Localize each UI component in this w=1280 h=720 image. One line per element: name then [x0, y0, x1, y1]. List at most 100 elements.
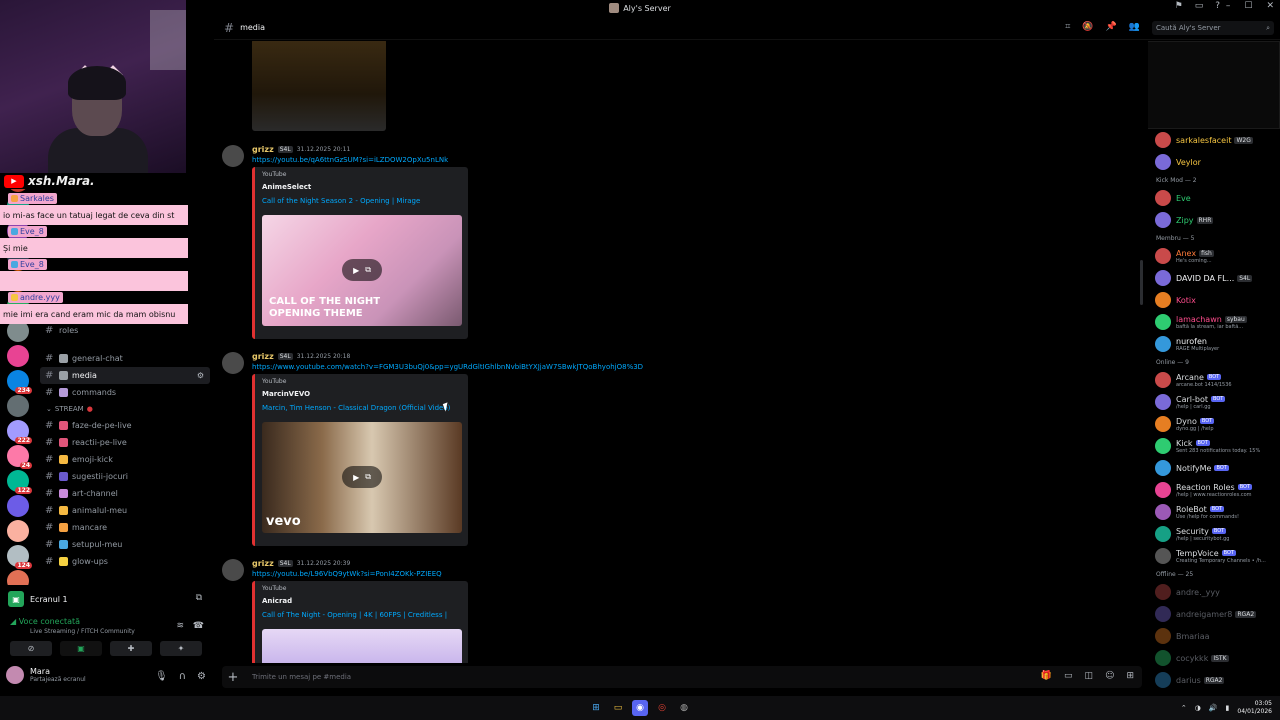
- member-item[interactable]: darius RGA2: [1148, 669, 1280, 691]
- pin-icon[interactable]: 📌: [1106, 22, 1117, 32]
- play-button[interactable]: ▶ ⧉: [342, 466, 382, 488]
- avatar[interactable]: [222, 145, 244, 167]
- gif-icon[interactable]: ▭: [1064, 671, 1073, 681]
- embed-author[interactable]: MarcinVEVO: [262, 390, 310, 398]
- channel-faze-de-pe-live[interactable]: # faze-de-pe-live: [36, 417, 214, 434]
- server-icon[interactable]: 222: [7, 420, 32, 444]
- server-icon[interactable]: [7, 495, 29, 517]
- member-item[interactable]: Zipy RHR: [1148, 209, 1280, 231]
- channel-animalul-meu[interactable]: # animalul-meu: [36, 502, 214, 519]
- noise-suppression-icon[interactable]: ≋: [176, 621, 184, 631]
- threads-icon[interactable]: ⌗: [1065, 22, 1070, 32]
- members-icon[interactable]: 👥: [1129, 22, 1140, 32]
- chrome-icon[interactable]: ◎: [654, 700, 670, 716]
- member-item[interactable]: Kick BOT Sent 283 notifications today. 15%: [1148, 435, 1280, 457]
- member-item[interactable]: Reaction Roles BOT/help | www.reactionrol…: [1148, 479, 1280, 501]
- author-name[interactable]: grizz: [252, 352, 274, 361]
- member-item[interactable]: Arcane BOT arcane.bot 1414/1536: [1148, 369, 1280, 391]
- help-icon[interactable]: ?: [1215, 1, 1220, 11]
- gift-icon[interactable]: 🎁: [1041, 671, 1052, 681]
- app-icon[interactable]: ◍: [676, 700, 692, 716]
- member-item[interactable]: DAVID DA FL... S4L: [1148, 267, 1280, 289]
- channel-roles[interactable]: # roles: [36, 322, 214, 339]
- channel-emoji-kick[interactable]: # emoji-kick: [36, 451, 214, 468]
- volume-icon[interactable]: 🔊: [1209, 704, 1218, 712]
- member-item[interactable]: Kotix: [1148, 289, 1280, 311]
- message-composer[interactable]: + Trimite un mesaj pe #media 🎁 ▭ ◫ ☺ ⊞: [222, 666, 1142, 688]
- mic-icon[interactable]: 🎙: [155, 671, 168, 682]
- disconnect-icon[interactable]: ☎: [193, 621, 204, 631]
- discord-icon[interactable]: ◉: [632, 700, 648, 716]
- author-name[interactable]: grizz: [252, 145, 274, 154]
- network-icon[interactable]: ◑: [1195, 704, 1201, 712]
- server-icon[interactable]: 124: [7, 545, 32, 569]
- channel-setupul-meu[interactable]: # setupul-meu: [36, 536, 214, 553]
- category-stream[interactable]: ⌄ STREAM ●: [36, 401, 214, 417]
- scrollbar[interactable]: [1140, 260, 1143, 305]
- sticker-icon[interactable]: ◫: [1085, 671, 1094, 681]
- clock[interactable]: 03:05 04/01/2026: [1237, 700, 1272, 716]
- file-explorer-icon[interactable]: ▭: [610, 700, 626, 716]
- camera-off-button[interactable]: ⊘: [10, 641, 52, 656]
- server-icon[interactable]: 24: [7, 445, 32, 469]
- member-item[interactable]: RoleBot BOT Use /help for commands!: [1148, 501, 1280, 523]
- member-item[interactable]: cocykkk ISTK: [1148, 647, 1280, 669]
- channel-media[interactable]: # media ⚙: [40, 367, 210, 384]
- channel-settings-icon[interactable]: ⚙: [197, 371, 204, 380]
- video-thumbnail[interactable]: ▶ ⧉ vevo: [262, 422, 462, 533]
- member-item[interactable]: Dyno BOT dyno.gg | /help: [1148, 413, 1280, 435]
- flag-icon[interactable]: ⚑: [1175, 1, 1183, 11]
- emoji-icon[interactable]: ☺: [1105, 671, 1114, 681]
- member-item[interactable]: Eve: [1148, 187, 1280, 209]
- add-attachment-button[interactable]: +: [222, 670, 244, 685]
- embed-title[interactable]: Call of The Night - Opening | 4K | 60FPS…: [262, 611, 447, 619]
- popout-icon[interactable]: ⧉: [196, 593, 202, 603]
- maximize-button[interactable]: ☐: [1244, 1, 1252, 11]
- channel-sugestii-jocuri[interactable]: # sugestii-jocuri: [36, 468, 214, 485]
- embed-title[interactable]: Call of the Night Season 2 - Opening | M…: [262, 197, 420, 205]
- video-thumbnail[interactable]: [262, 629, 462, 663]
- activities-button[interactable]: ✚: [110, 641, 152, 656]
- channel-mancare[interactable]: # mancare: [36, 519, 214, 536]
- member-item[interactable]: Bmariaa: [1148, 625, 1280, 647]
- settings-icon[interactable]: ⚙: [197, 671, 206, 682]
- channel-general-chat[interactable]: # general-chat: [36, 350, 214, 367]
- channel-glow-ups[interactable]: # glow-ups: [36, 553, 214, 570]
- avatar[interactable]: [222, 352, 244, 374]
- member-item[interactable]: Security BOT/help | securitybot.gg: [1148, 523, 1280, 545]
- server-icon[interactable]: [7, 520, 29, 542]
- channel-art-channel[interactable]: # art-channel: [36, 485, 214, 502]
- tray-chevron-icon[interactable]: ⌃: [1181, 704, 1187, 712]
- previous-media-thumbnail[interactable]: [252, 41, 386, 131]
- member-item[interactable]: NotifyMe BOT: [1148, 457, 1280, 479]
- channel-commands[interactable]: # commands: [36, 384, 214, 401]
- soundboard-button[interactable]: ✦: [160, 641, 202, 656]
- member-item[interactable]: andre._yyy: [1148, 581, 1280, 603]
- message-link[interactable]: https://youtu.be/L96VbQ9ytWk?si=PonI4ZOK…: [252, 570, 442, 578]
- member-item[interactable]: nurofen RAGE Multiplayer: [1148, 333, 1280, 355]
- close-button[interactable]: ✕: [1266, 1, 1274, 11]
- search-input[interactable]: Caută Aly's Server ⌕: [1152, 21, 1274, 35]
- member-item[interactable]: lamachawn sybau baftă la stream, iar baftă…: [1148, 311, 1280, 333]
- user-panel[interactable]: Mara Partajează ecranul: [6, 666, 86, 684]
- apps-icon[interactable]: ⊞: [1126, 671, 1134, 681]
- channel-reactii-pe-live[interactable]: # reactii-pe-live: [36, 434, 214, 451]
- member-item[interactable]: Anex fish He's coming...: [1148, 245, 1280, 267]
- embed-author[interactable]: AnimeSelect: [262, 183, 311, 191]
- headphones-icon[interactable]: ∩: [179, 671, 186, 682]
- share-screen-button[interactable]: ▣: [60, 641, 102, 656]
- notification-icon[interactable]: 🔕: [1082, 22, 1093, 32]
- play-button[interactable]: ▶ ⧉: [342, 259, 382, 281]
- message-link[interactable]: https://www.youtube.com/watch?v=FGM3U3bu…: [252, 363, 643, 371]
- minimize-button[interactable]: –: [1226, 1, 1231, 11]
- server-icon[interactable]: 234: [7, 370, 32, 394]
- author-name[interactable]: grizz: [252, 559, 274, 568]
- inbox-icon[interactable]: ▭: [1195, 1, 1204, 11]
- embed-title[interactable]: Marcin, Tim Henson - Classical Dragon (O…: [262, 404, 450, 412]
- server-icon[interactable]: 122: [7, 470, 32, 494]
- server-icon[interactable]: [7, 345, 29, 367]
- avatar[interactable]: [222, 559, 244, 581]
- windows-start-icon[interactable]: ⊞: [588, 700, 604, 716]
- server-icon[interactable]: [7, 395, 29, 417]
- member-item[interactable]: andreigamer8 RGA2: [1148, 603, 1280, 625]
